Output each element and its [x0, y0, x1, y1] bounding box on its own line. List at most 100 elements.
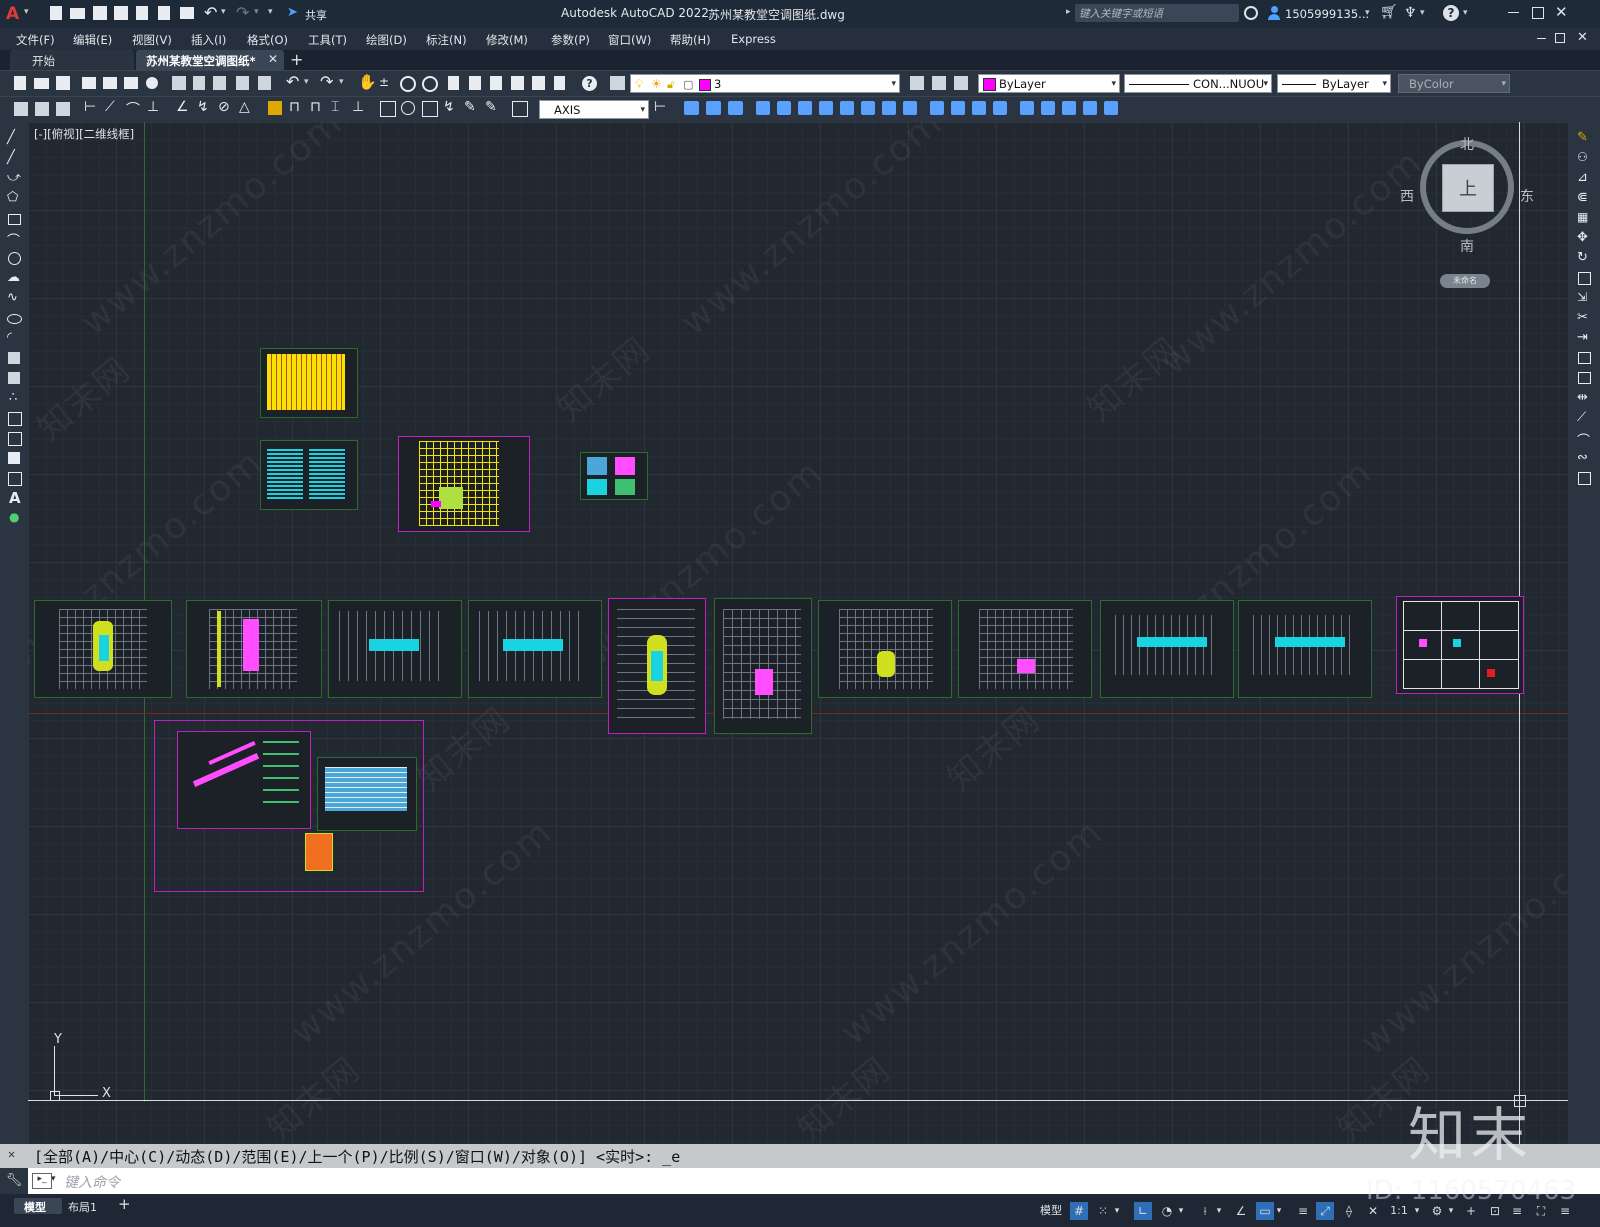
color-control[interactable]: ByLayer ▾ — [978, 74, 1120, 93]
plot-icon[interactable] — [180, 7, 194, 19]
drawing-sheet[interactable] — [1100, 600, 1234, 698]
tb-paste-icon[interactable] — [213, 76, 226, 90]
snap-icon[interactable]: ⁙ — [1094, 1202, 1112, 1220]
tb2-qdim-icon[interactable] — [14, 102, 28, 116]
tb2-arc-length-icon[interactable]: ⌒ — [126, 99, 140, 119]
tb-help-icon[interactable]: ? — [582, 76, 597, 91]
tb2-quickdim-icon[interactable] — [268, 101, 282, 115]
doc-restore-icon[interactable] — [1555, 33, 1565, 43]
drawing-sheet[interactable] — [1396, 596, 1524, 694]
break-icon[interactable] — [1578, 372, 1591, 384]
compass-west[interactable]: 西 — [1400, 186, 1414, 206]
new-tab-button[interactable]: + — [290, 50, 303, 69]
drawing-sheet[interactable] — [398, 436, 530, 532]
tb2-array-icon[interactable] — [777, 101, 791, 115]
tb-zoom-window-icon[interactable] — [400, 76, 416, 92]
transparency-icon[interactable]: ⤢ — [1316, 1202, 1334, 1220]
search-icon[interactable] — [1244, 6, 1258, 20]
stretch-icon[interactable]: ⇲ — [1577, 290, 1587, 304]
tb2-stretch-icon[interactable] — [861, 101, 875, 115]
plotstyle-dropdown-icon[interactable]: ▾ — [1501, 75, 1506, 94]
tb2-update-icon[interactable] — [512, 101, 528, 117]
tb2-dimstyle-icon[interactable]: ⊢ — [654, 99, 666, 115]
tb-calculator-icon[interactable] — [554, 76, 565, 90]
tb-open-icon[interactable] — [34, 78, 49, 89]
tb2-continue-icon[interactable]: ⊓ — [310, 99, 321, 115]
tb-copy-icon[interactable] — [193, 76, 205, 90]
share-button[interactable]: 共享 — [305, 7, 327, 23]
ellipse-icon[interactable] — [7, 314, 22, 324]
tb2-ordinate-icon[interactable]: ⊥ — [147, 99, 159, 115]
ucs-menu[interactable]: 未命名 — [1440, 274, 1490, 288]
extend-icon[interactable]: ⇥ — [1577, 330, 1588, 345]
tb-publish-icon[interactable] — [124, 77, 138, 89]
isodraft-dropdown-icon[interactable]: ▾ — [1214, 1202, 1224, 1220]
arc-icon[interactable]: ⌒ — [7, 230, 20, 249]
undo-icon[interactable]: ↶ — [204, 3, 217, 22]
drawing-sheet[interactable] — [1238, 600, 1372, 698]
viewport-controls[interactable]: [-][俯视][二维线框] — [34, 126, 134, 142]
drawing-sheet[interactable] — [260, 348, 358, 418]
break-at-point-icon[interactable] — [1578, 352, 1591, 364]
recent-commands-icon[interactable]: ▸_ — [32, 1173, 52, 1189]
app-menu-chevron-icon[interactable]: ▾ — [24, 7, 29, 17]
tb-make-current-icon[interactable] — [910, 76, 924, 90]
menu-dimension[interactable]: 标注(N) — [426, 32, 467, 48]
tb-matchprop-icon[interactable] — [236, 76, 249, 90]
tab-close-icon[interactable]: ✕ — [268, 52, 278, 66]
layer-dropdown-icon[interactable]: ▾ — [891, 75, 896, 94]
open-icon[interactable] — [70, 8, 85, 19]
join-icon[interactable]: ⇹ — [1577, 390, 1588, 405]
share-icon[interactable]: ➤ — [287, 5, 298, 20]
tb2-scale-icon[interactable] — [840, 101, 854, 115]
command-line[interactable]: 🔧︎ ▸_ ▾ 键入命令 — [0, 1168, 1600, 1194]
otrack-icon[interactable]: ∠ — [1232, 1202, 1250, 1220]
doc-minimize-icon[interactable] — [1537, 38, 1546, 39]
compass-south[interactable]: 南 — [1460, 236, 1474, 256]
layer-control[interactable]: 💡︎ ☀ 🔓︎ ▢ 3 ▾ — [630, 74, 900, 93]
menu-insert[interactable]: 插入(I) — [191, 32, 226, 48]
polygon-icon[interactable]: ⬠ — [7, 190, 18, 205]
drawing-sheet[interactable] — [186, 600, 322, 698]
rotate-icon[interactable]: ↻ — [1577, 250, 1588, 265]
revcloud-icon[interactable]: ☁︎ — [7, 270, 20, 285]
fillet-icon[interactable]: ⌒ — [1577, 430, 1590, 449]
tb2-break-icon[interactable]: ⊥ — [352, 99, 364, 115]
tb2-break-point-icon[interactable] — [930, 101, 944, 115]
tb-cut-icon[interactable] — [172, 76, 186, 90]
lineweight-control[interactable]: ByLayer ▾ — [1277, 74, 1391, 93]
save-web-icon[interactable] — [158, 6, 170, 20]
tb2-erase-icon[interactable] — [684, 101, 699, 115]
menu-file[interactable]: 文件(F) — [16, 32, 55, 48]
hatch-icon[interactable] — [8, 412, 22, 426]
tb2-jogged-linear-icon[interactable]: ↯ — [443, 99, 455, 115]
dimstyle-dropdown-icon[interactable]: ▾ — [640, 101, 645, 120]
tb2-offset-icon[interactable] — [756, 101, 770, 115]
tb-save-icon[interactable] — [56, 76, 70, 90]
line-icon[interactable]: ╱ — [7, 130, 15, 145]
tb2-center-mark-icon[interactable] — [401, 101, 415, 115]
gradient-icon[interactable] — [8, 432, 22, 446]
tab-drawing[interactable]: 苏州某教堂空调图纸* ✕ — [136, 50, 284, 70]
rectangle-icon[interactable] — [8, 214, 21, 225]
recent-commands-dropdown-icon[interactable]: ▾ — [51, 1174, 56, 1184]
save-icon[interactable] — [93, 6, 107, 20]
menu-modify[interactable]: 修改(M) — [486, 32, 528, 48]
tb2-move-icon[interactable] — [798, 101, 812, 115]
tb2-inspect-icon[interactable] — [422, 101, 438, 117]
ellipse-arc-icon[interactable]: ◜ — [7, 330, 12, 345]
menu-express[interactable]: Express — [731, 32, 776, 46]
tb2-rotate-icon[interactable] — [819, 101, 833, 115]
drawing-sheet[interactable] — [260, 440, 358, 510]
tb-new-icon[interactable] — [14, 76, 26, 90]
table-icon[interactable] — [8, 472, 22, 486]
point-icon[interactable]: ∴ — [9, 390, 17, 405]
tb-designcenter-icon[interactable] — [469, 76, 481, 90]
user-icon[interactable] — [1268, 6, 1280, 20]
drawing-sheet[interactable] — [818, 600, 952, 698]
tb-markup-icon[interactable] — [532, 76, 545, 90]
viewcube[interactable]: 上 北 南 西 东 未命名 — [1396, 130, 1536, 288]
tb2-fillet-icon[interactable] — [993, 101, 1007, 115]
tb2-lengthen-icon[interactable] — [1083, 101, 1097, 115]
close-icon[interactable]: ✕ — [1555, 3, 1568, 21]
